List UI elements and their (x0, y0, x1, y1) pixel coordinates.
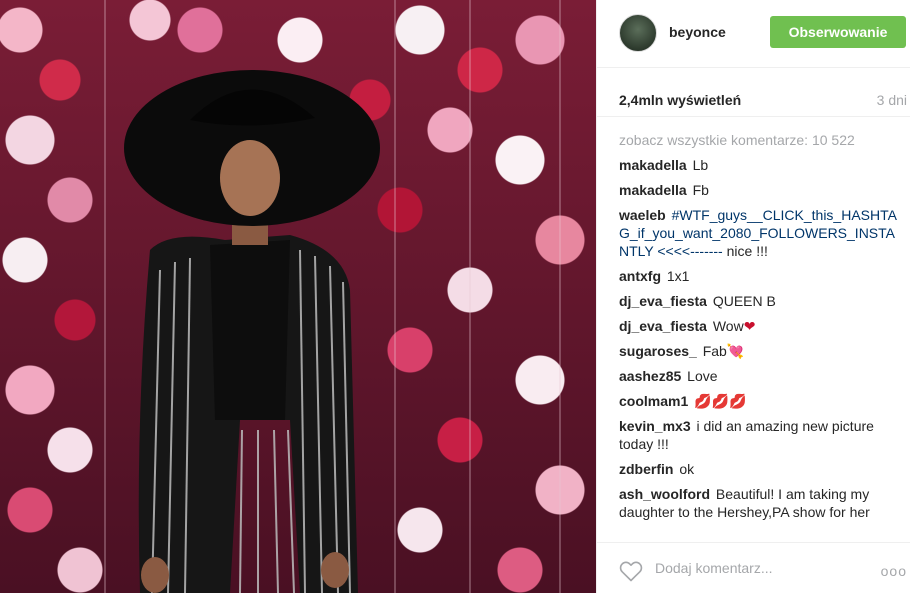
comment-item: dj_eva_fiesta QUEEN B (619, 292, 897, 310)
post-age[interactable]: 3 dni (877, 92, 907, 108)
comment-username[interactable]: waeleb (619, 207, 666, 223)
heart-emoji-icon: ❤ (743, 318, 756, 334)
cupid-heart-emoji-icon: 💘 (726, 343, 745, 359)
comment-username[interactable]: coolmam1 (619, 393, 688, 409)
comment-username[interactable]: makadella (619, 157, 687, 173)
comment-item: zdberfin ok (619, 460, 897, 478)
comment-item: waeleb #WTF_guys__CLICK_this_HASHTAG_if_… (619, 206, 897, 260)
view-all-comments-link[interactable]: zobacz wszystkie komentarze: 10 522 (619, 132, 897, 148)
comment-item: makadella Fb (619, 181, 897, 199)
comment-username[interactable]: dj_eva_fiesta (619, 318, 707, 334)
avatar[interactable] (619, 14, 657, 52)
comment-text: Fab (702, 343, 727, 359)
comment-text: nice !!! (726, 243, 768, 259)
heart-outline-icon[interactable] (619, 560, 643, 582)
comment-item: aashez85 Love (619, 367, 897, 385)
follow-button[interactable]: Obserwowanie (770, 16, 906, 48)
kiss-emoji-icon: 💋💋💋 (694, 393, 747, 409)
comment-item: kevin_mx3 i did an amazing new picture t… (619, 417, 897, 453)
comment-item: makadella Lb (619, 156, 897, 174)
comment-username[interactable]: zdberfin (619, 461, 673, 477)
comment-username[interactable]: dj_eva_fiesta (619, 293, 707, 309)
comment-item: antxfg 1x1 (619, 267, 897, 285)
comment-item: dj_eva_fiesta Wow❤ (619, 317, 897, 335)
view-count: 2,4mln wyświetleń (619, 92, 742, 108)
comment-item: coolmam1 💋💋💋 (619, 392, 897, 410)
comment-text: Lb (692, 157, 709, 173)
woman-in-hat-figure (104, 0, 561, 593)
comment-text: ok (679, 461, 695, 477)
post-photo[interactable] (0, 0, 596, 593)
comment-text: Fb (692, 182, 709, 198)
comment-bar: ooo (597, 542, 910, 593)
post-stats: 2,4mln wyświetleń 3 dni (597, 68, 910, 116)
instagram-post-view: beyonce Obserwowanie 2,4mln wyświetleń 3… (0, 0, 910, 593)
post-sidebar: beyonce Obserwowanie 2,4mln wyświetleń 3… (596, 0, 910, 593)
ellipsis-icon[interactable]: ooo (881, 563, 907, 579)
comment-username[interactable]: kevin_mx3 (619, 418, 691, 434)
add-comment-input[interactable] (655, 553, 835, 583)
comment-username[interactable]: sugaroses_ (619, 343, 697, 359)
post-header: beyonce Obserwowanie (597, 0, 910, 68)
username-link[interactable]: beyonce (669, 24, 726, 40)
comments-list: zobacz wszystkie komentarze: 10 522 maka… (597, 116, 910, 542)
comment-text: Love (687, 368, 718, 384)
comment-username[interactable]: makadella (619, 182, 687, 198)
comment-username[interactable]: antxfg (619, 268, 661, 284)
comment-item: ash_woolford Beautiful! I am taking my d… (619, 485, 897, 521)
comment-text: QUEEN B (712, 293, 776, 309)
comment-text: Wow (712, 318, 744, 334)
comment-text: 1x1 (666, 268, 690, 284)
comment-username[interactable]: aashez85 (619, 368, 681, 384)
comment-item: sugaroses_ Fab💘 (619, 342, 897, 360)
comment-username[interactable]: ash_woolford (619, 486, 710, 502)
